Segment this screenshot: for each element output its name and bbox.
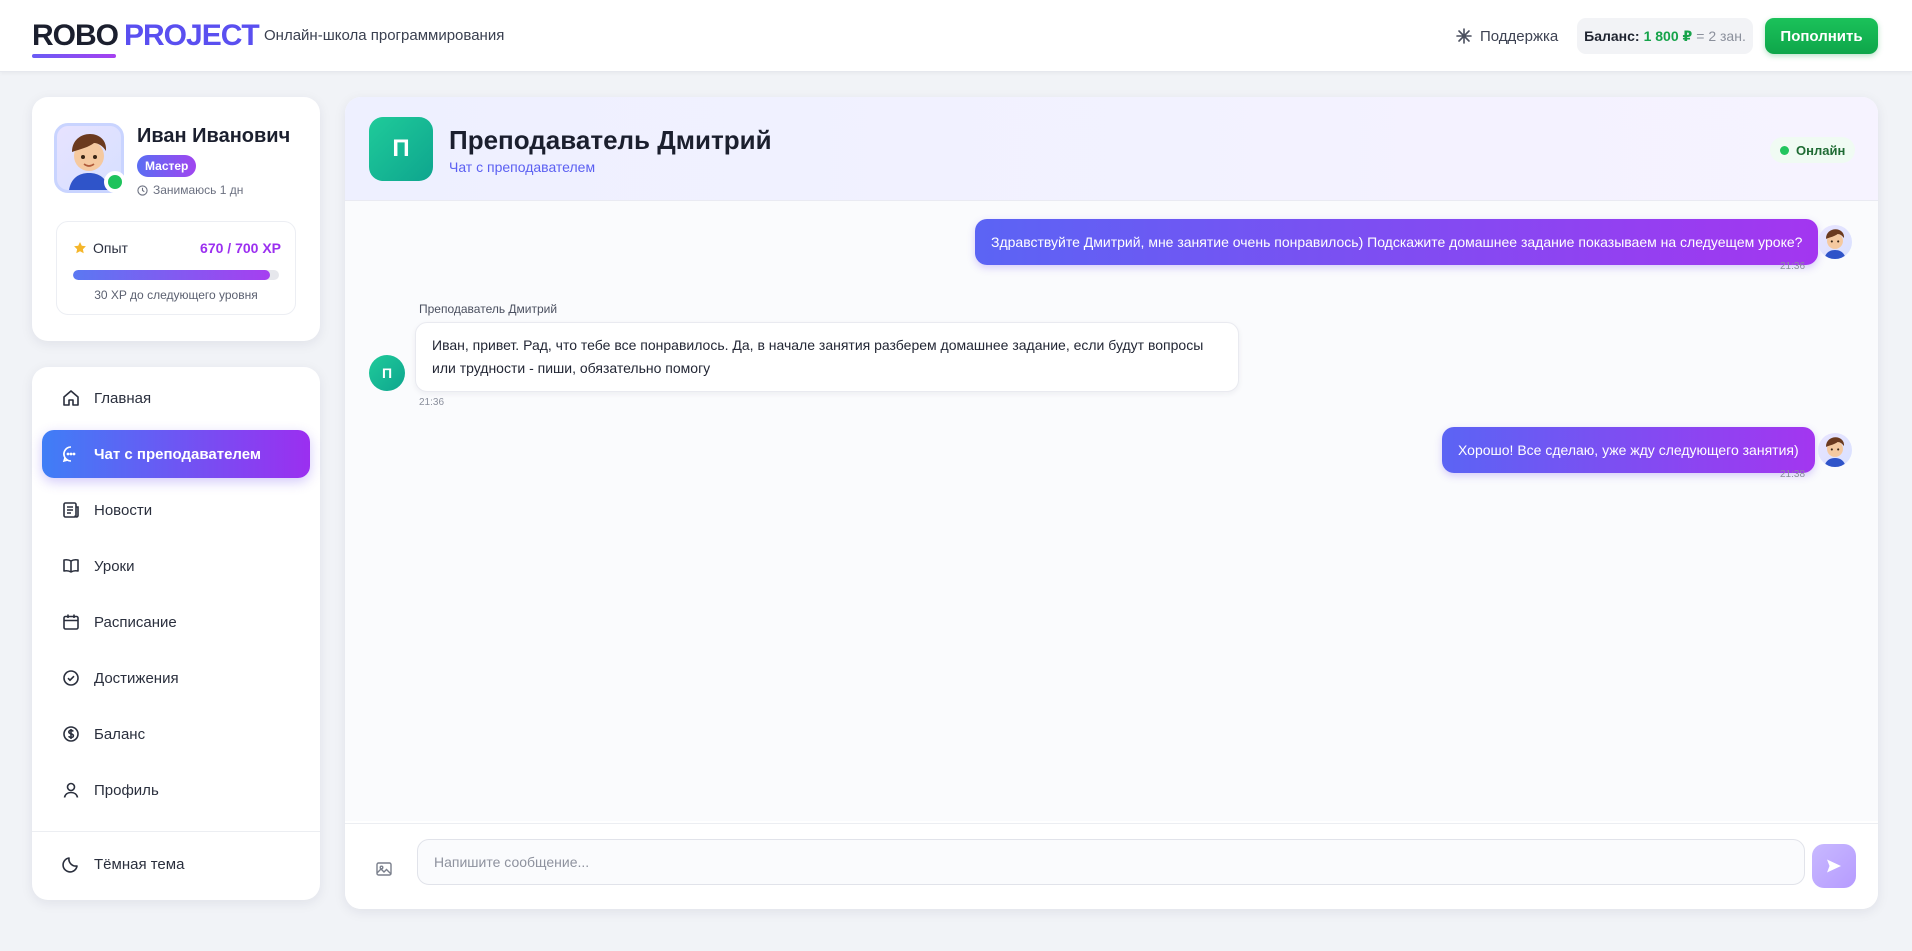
member-since-text: Занимаюсь 1 дн [153,183,244,197]
support-link[interactable]: Поддержка [1456,24,1558,48]
message-time: 21:36 [419,397,445,408]
sidebar-item-label: Уроки [94,557,135,575]
status-badge: Онлайн [1770,137,1856,163]
logo-project: PROJECT [124,19,260,52]
message-text: Иван, привет. Рад, что тебе все понравил… [432,337,1204,376]
logo[interactable]: ROBO PROJECT [32,19,260,52]
balance-label: Баланс: [1584,28,1640,44]
sidebar-item-lessons[interactable]: Уроки [42,542,310,590]
attach-image-icon[interactable] [375,860,393,878]
top-bar: ROBO PROJECT Онлайн-школа программировани… [0,0,1912,72]
sidebar-item-label: Главная [94,389,152,407]
teacher-avatar-small: П [369,355,405,391]
sidebar-item-label: Баланс [94,725,146,743]
sidebar-item-profile[interactable]: Профиль [42,766,310,814]
sidebar-item-achievements[interactable]: Достижения [42,654,310,702]
support-icon [1456,28,1472,44]
xp-label-text: Опыт [93,240,128,256]
message-composer [345,823,1878,909]
user-avatar [1818,433,1852,467]
message-incoming: Иван, привет. Рад, что тебе все понравил… [415,322,1239,392]
xp-label: Опыт [73,240,128,256]
profile-name: Иван Иванович [137,125,291,147]
rank-badge: Мастер [137,155,197,177]
dollar-circle-icon [62,725,80,743]
moon-icon [62,855,80,873]
logo-robo: ROBO [32,19,119,52]
online-indicator [104,171,126,193]
book-icon [62,557,80,575]
message-list: Здравствуйте Дмитрий, мне занятие очень … [345,201,1878,821]
sidebar-item-schedule[interactable]: Расписание [42,598,310,646]
xp-box: Опыт 670 / 700 XP 30 XP до следующего ур… [56,221,296,315]
send-button[interactable] [1812,844,1856,888]
message-time: 21:36 [1780,261,1806,272]
theme-toggle-label: Тёмная тема [94,855,185,873]
xp-progress-fill [73,270,271,280]
message-text: Здравствуйте Дмитрий, мне занятие очень … [991,234,1803,250]
sidebar-item-balance[interactable]: Баланс [42,710,310,758]
message-sender: Преподаватель Дмитрий [419,302,558,316]
support-label: Поддержка [1480,27,1559,45]
balance-value: 1 800 ₽ [1643,27,1693,44]
message-input[interactable] [417,839,1805,885]
nav-divider [32,831,320,832]
sidebar-item-home[interactable]: Главная [42,374,310,422]
balance-equivalent: = 2 зан. [1696,28,1746,44]
chat-subtitle: Чат с преподавателем [449,159,596,175]
clock-icon [137,184,148,196]
sidebar-item-label: Чат с преподавателем [94,445,261,463]
message-outgoing: Хорошо! Все сделаю, уже жду следующего з… [1442,427,1815,473]
newspaper-icon [62,501,80,519]
star-icon [73,241,87,255]
theme-toggle[interactable]: Тёмная тема [42,840,310,888]
message-text: Хорошо! Все сделаю, уже жду следующего з… [1458,442,1799,458]
chat-icon [62,445,80,463]
sidebar-item-label: Достижения [94,669,179,687]
sidebar-item-chat[interactable]: Чат с преподавателем [42,430,310,478]
balance-badge: Баланс: 1 800 ₽ = 2 зан. [1577,18,1753,54]
user-icon [62,781,80,799]
sidebar-item-label: Новости [94,501,153,519]
topup-button[interactable]: Пополнить [1765,18,1878,54]
sidebar-item-label: Профиль [94,781,159,799]
calendar-icon [62,613,80,631]
sidebar-item-label: Расписание [94,613,177,631]
xp-value: 670 / 700 XP [200,240,281,256]
status-dot [1780,145,1789,155]
chat-panel: П Преподаватель Дмитрий Чат с преподават… [345,97,1878,909]
logo-underline [32,54,116,58]
teacher-name: Преподаватель Дмитрий [449,125,772,155]
tagline: Онлайн-школа программирования [264,27,505,44]
teacher-avatar: П [369,117,433,181]
status-text: Онлайн [1796,142,1846,158]
member-since: Занимаюсь 1 дн [137,183,243,197]
check-circle-icon [62,669,80,687]
profile-card: Иван Иванович Мастер Занимаюсь 1 дн Опыт… [32,97,320,341]
message-time: 21:38 [1780,469,1806,480]
sidebar-item-news[interactable]: Новости [42,486,310,534]
message-outgoing: Здравствуйте Дмитрий, мне занятие очень … [975,219,1819,265]
xp-progress-bar [73,270,279,280]
chat-header: П Преподаватель Дмитрий Чат с преподават… [345,97,1878,201]
home-icon [62,389,80,407]
sidebar-nav: Главная Чат с преподавателем Новости Уро… [32,367,320,900]
user-avatar [1818,225,1852,259]
send-icon [1825,857,1843,875]
xp-next-level: 30 XP до следующего уровня [94,288,258,302]
